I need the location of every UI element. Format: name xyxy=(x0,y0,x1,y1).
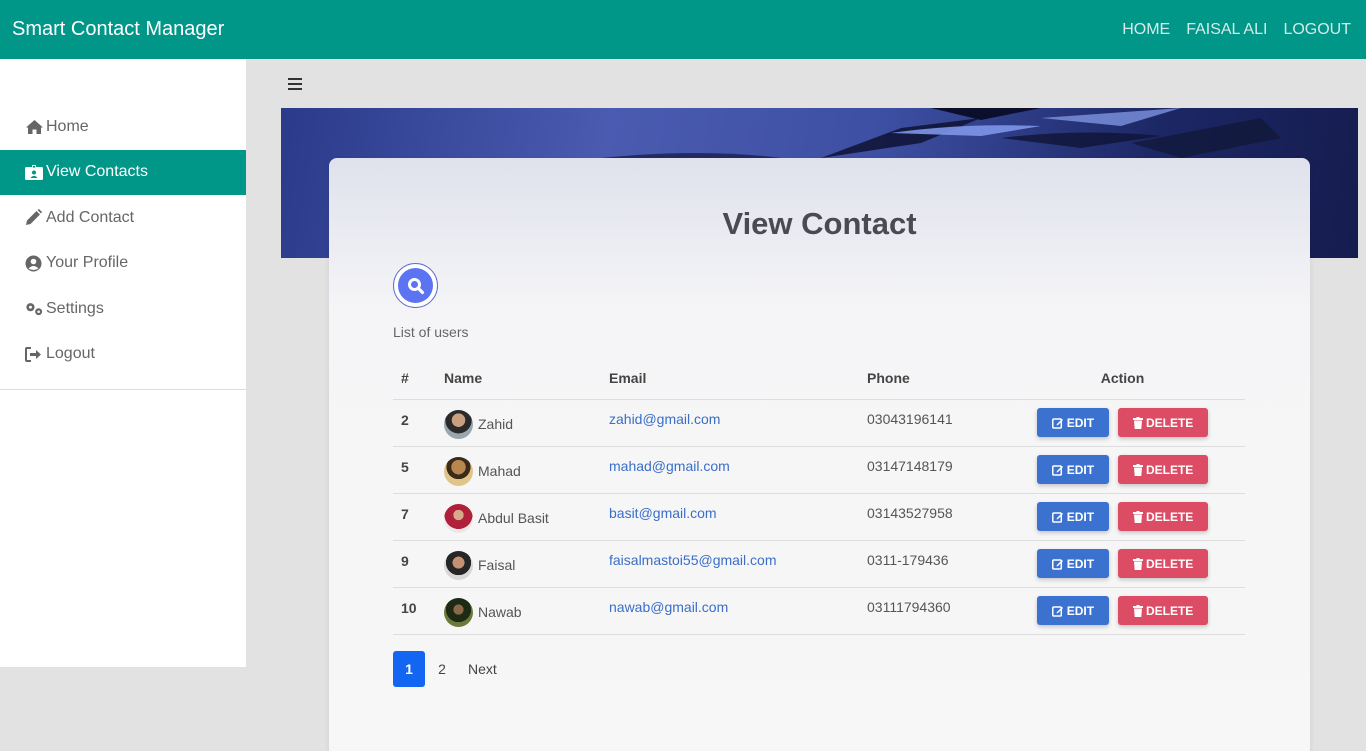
sidebar-item-label: Logout xyxy=(46,345,95,363)
edit-button[interactable]: EDIT xyxy=(1036,455,1110,484)
contact-name: Zahid xyxy=(478,416,514,432)
edit-button[interactable]: EDIT xyxy=(1036,596,1110,625)
sidebar-item-label: View Contacts xyxy=(46,163,148,181)
sidebar-item-home[interactable]: Home xyxy=(0,104,246,150)
trash-icon xyxy=(1132,557,1143,570)
sidebar-menu: Home View Contacts Add Contact Your Prof… xyxy=(0,104,246,377)
contact-email[interactable]: zahid@gmail.com xyxy=(609,399,867,447)
contact-id: 2 xyxy=(393,399,444,447)
nav-logout-link[interactable]: LOGOUT xyxy=(1283,21,1351,39)
contact-name: Abdul Basit xyxy=(478,510,549,526)
trash-icon xyxy=(1132,416,1143,429)
pagination: 1 2 Next xyxy=(393,651,503,687)
sidebar: Home View Contacts Add Contact Your Prof… xyxy=(0,59,246,667)
home-icon xyxy=(25,119,45,135)
page-2-button[interactable]: 2 xyxy=(426,651,458,687)
contact-name: Faisal xyxy=(478,557,516,573)
avatar xyxy=(444,456,473,486)
trash-icon xyxy=(1132,510,1143,523)
sidebar-item-label: Your Profile xyxy=(46,254,129,272)
gears-icon xyxy=(25,301,45,317)
sidebar-item-view-contacts[interactable]: View Contacts xyxy=(0,149,246,195)
contact-phone: 03043196141 xyxy=(867,399,1000,447)
sidebar-item-label: Settings xyxy=(46,299,104,317)
table-row: 10 Nawab nawab@gmail.com 03111794360 EDI… xyxy=(393,587,1245,635)
contacts-card: View Contact List of users # Name Email … xyxy=(329,158,1310,751)
sidebar-item-logout[interactable]: Logout xyxy=(0,332,246,378)
list-label: List of users xyxy=(393,324,469,340)
id-card-icon xyxy=(25,164,45,180)
contact-name: Nawab xyxy=(478,604,522,620)
sidebar-item-add-contact[interactable]: Add Contact xyxy=(0,195,246,241)
edit-icon xyxy=(1051,605,1063,617)
contact-id: 10 xyxy=(393,587,444,635)
search-button[interactable] xyxy=(393,263,438,308)
pencil-icon xyxy=(25,209,45,226)
trash-icon xyxy=(1132,463,1143,476)
edit-button[interactable]: EDIT xyxy=(1036,408,1110,437)
sidebar-divider xyxy=(0,389,246,390)
trash-icon xyxy=(1132,604,1143,617)
user-circle-icon xyxy=(25,255,45,272)
nav-home-link[interactable]: HOME xyxy=(1122,21,1170,39)
contact-email[interactable]: nawab@gmail.com xyxy=(609,587,867,635)
edit-button[interactable]: EDIT xyxy=(1036,549,1110,578)
menu-toggle-icon[interactable] xyxy=(288,74,304,94)
contact-phone: 0311-179436 xyxy=(867,540,1000,588)
table-row: 5 Mahad mahad@gmail.com 03147148179 EDIT xyxy=(393,446,1245,494)
avatar xyxy=(444,503,473,533)
sidebar-item-label: Add Contact xyxy=(46,208,135,226)
table-row: 2 Zahid zahid@gmail.com 03043196141 EDIT xyxy=(393,399,1245,447)
contact-phone: 03147148179 xyxy=(867,446,1000,494)
page-1-button[interactable]: 1 xyxy=(393,651,425,687)
nav-user-link[interactable]: FAISAL ALI xyxy=(1186,21,1267,39)
table-row: 7 Abdul Basit basit@gmail.com 0314352795… xyxy=(393,493,1245,541)
delete-button[interactable]: DELETE xyxy=(1117,502,1209,531)
avatar xyxy=(444,597,473,627)
delete-button[interactable]: DELETE xyxy=(1117,455,1209,484)
sidebar-item-your-profile[interactable]: Your Profile xyxy=(0,241,246,287)
next-page-button[interactable]: Next xyxy=(462,651,503,687)
column-header-phone: Phone xyxy=(867,358,1000,400)
contact-id: 5 xyxy=(393,446,444,494)
sidebar-item-label: Home xyxy=(46,117,89,135)
search-icon xyxy=(398,268,433,303)
delete-button[interactable]: DELETE xyxy=(1117,596,1209,625)
column-header-name: Name xyxy=(444,358,609,400)
sign-out-icon xyxy=(25,346,45,362)
contact-id: 9 xyxy=(393,540,444,588)
nav-links: HOME FAISAL ALI LOGOUT xyxy=(1122,21,1351,39)
edit-icon xyxy=(1051,417,1063,429)
edit-button[interactable]: EDIT xyxy=(1036,502,1110,531)
contact-phone: 03143527958 xyxy=(867,493,1000,541)
table-row: 9 Faisal faisalmastoi55@gmail.com 0311-1… xyxy=(393,540,1245,588)
avatar xyxy=(444,409,473,439)
contact-name: Mahad xyxy=(478,463,521,479)
avatar xyxy=(444,550,473,580)
contacts-table: # Name Email Phone Action 2 Zahid zahid@… xyxy=(393,358,1245,635)
edit-icon xyxy=(1051,464,1063,476)
delete-button[interactable]: DELETE xyxy=(1117,408,1209,437)
contact-email[interactable]: mahad@gmail.com xyxy=(609,446,867,494)
column-header-id: # xyxy=(393,358,444,400)
page-title: View Contact xyxy=(722,206,917,241)
edit-icon xyxy=(1051,511,1063,523)
contact-email[interactable]: basit@gmail.com xyxy=(609,493,867,541)
top-navbar: Smart Contact Manager HOME FAISAL ALI LO… xyxy=(0,0,1366,59)
column-header-email: Email xyxy=(609,358,867,400)
column-header-action: Action xyxy=(1000,358,1245,400)
sidebar-item-settings[interactable]: Settings xyxy=(0,286,246,332)
brand-title[interactable]: Smart Contact Manager xyxy=(12,18,224,41)
table-header-row: # Name Email Phone Action xyxy=(393,358,1245,400)
contact-id: 7 xyxy=(393,493,444,541)
delete-button[interactable]: DELETE xyxy=(1117,549,1209,578)
contact-phone: 03111794360 xyxy=(867,587,1000,635)
edit-icon xyxy=(1051,558,1063,570)
contact-email[interactable]: faisalmastoi55@gmail.com xyxy=(609,540,867,588)
